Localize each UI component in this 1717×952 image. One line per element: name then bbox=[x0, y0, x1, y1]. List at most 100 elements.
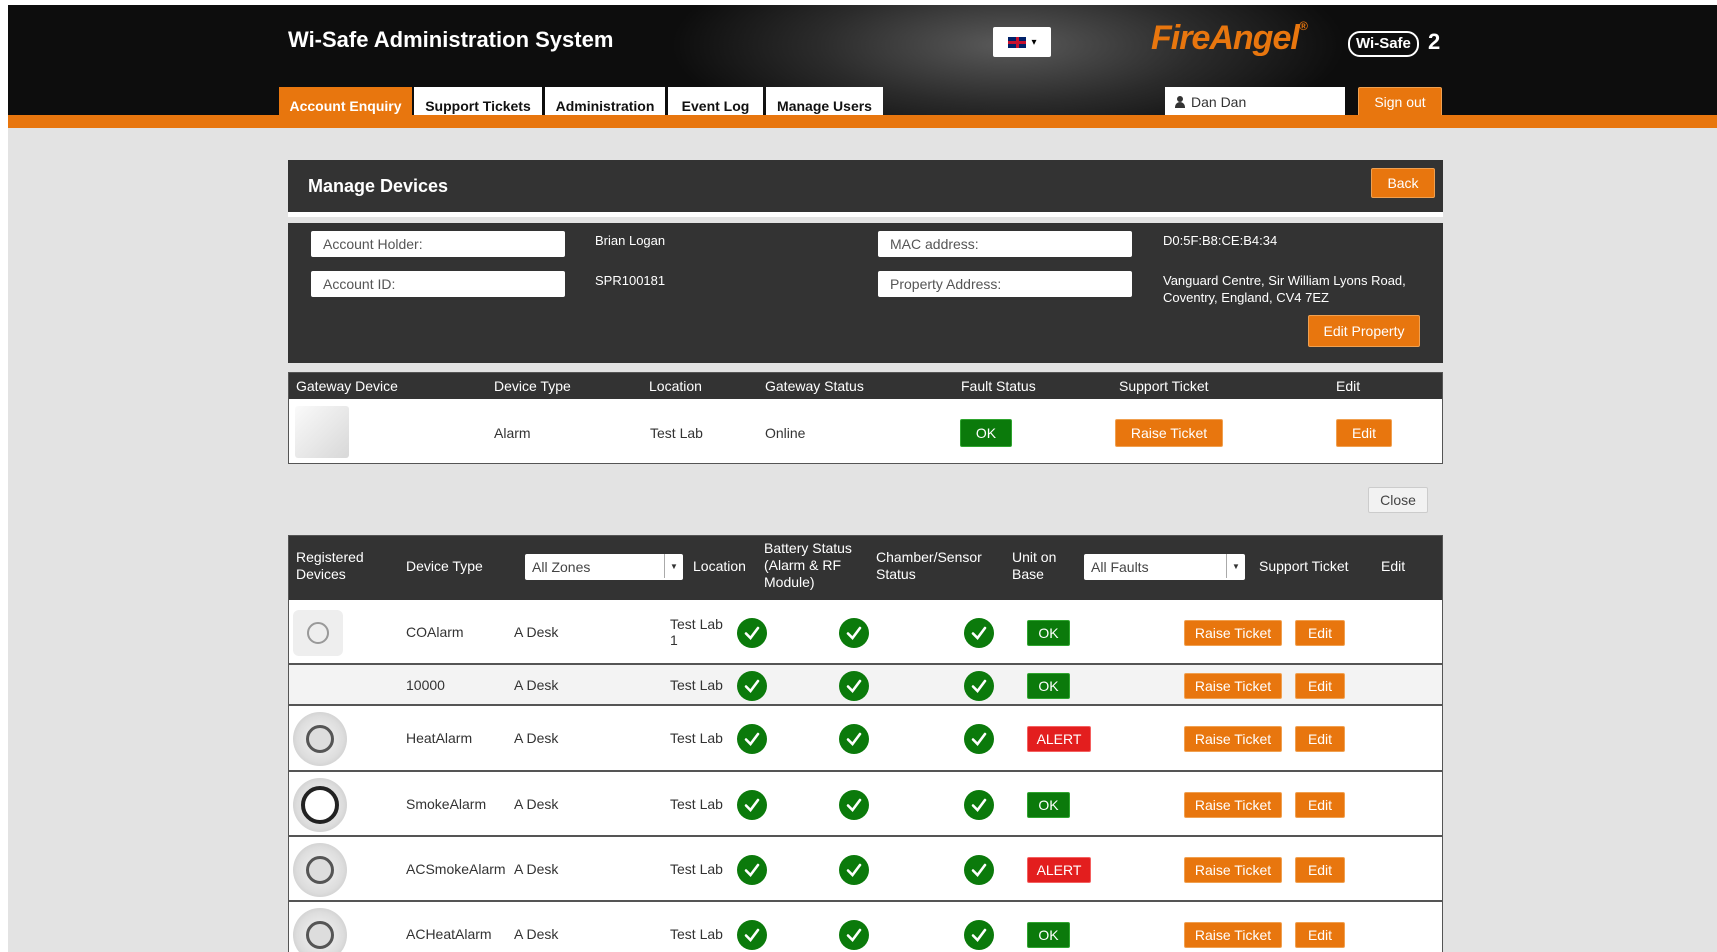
device-image-icon bbox=[306, 725, 334, 753]
battery-status-check bbox=[737, 920, 767, 950]
raise-ticket-button[interactable]: Raise Ticket bbox=[1184, 726, 1282, 752]
device-image-icon bbox=[306, 856, 334, 884]
col-edit: Edit bbox=[1381, 558, 1406, 574]
device-image-icon bbox=[301, 786, 339, 824]
table-row: ACSmokeAlarm A Desk Test Lab ALERT Raise Tic… bbox=[289, 837, 1442, 902]
gateway-edit-button[interactable]: Edit bbox=[1336, 419, 1392, 447]
fault-filter-select[interactable]: All Faults ▼ bbox=[1084, 554, 1245, 580]
account-holder-label: Account Holder: bbox=[311, 231, 565, 257]
checkmark-icon bbox=[846, 732, 862, 746]
battery-status-check bbox=[737, 855, 767, 885]
page-title: Manage Devices bbox=[308, 176, 449, 196]
checkmark-icon bbox=[846, 679, 862, 693]
device-thumbnail bbox=[293, 778, 347, 832]
device-type-cell: 10000 bbox=[406, 677, 445, 693]
location-cell: Test Lab bbox=[670, 730, 723, 746]
chamber-sensor-status-check bbox=[839, 855, 869, 885]
edit-button[interactable]: Edit bbox=[1295, 857, 1345, 883]
device-type-cell: COAlarm bbox=[406, 624, 464, 640]
col-battery-status: Battery Status (Alarm & RF Module) bbox=[764, 540, 852, 590]
wisafe-version: 2 bbox=[1428, 29, 1441, 54]
accent-bar bbox=[8, 115, 1717, 128]
zone-cell: A Desk bbox=[514, 624, 559, 640]
header: Wi-Safe Administration System ▾ FireAnge… bbox=[8, 5, 1717, 125]
raise-ticket-button[interactable]: Raise Ticket bbox=[1184, 620, 1282, 646]
fault-status-badge: OK bbox=[1027, 922, 1070, 948]
col-support-ticket: Support Ticket bbox=[1259, 558, 1349, 574]
col-device-type: Device Type bbox=[406, 558, 483, 574]
raise-ticket-button[interactable]: Raise Ticket bbox=[1184, 673, 1282, 699]
raise-ticket-button[interactable]: Raise Ticket bbox=[1184, 792, 1282, 818]
col-fault-status: Fault Status bbox=[961, 378, 1036, 394]
gateway-location: Test Lab bbox=[650, 425, 703, 441]
raise-ticket-button[interactable]: Raise Ticket bbox=[1184, 857, 1282, 883]
zone-cell: A Desk bbox=[514, 730, 559, 746]
checkmark-icon bbox=[744, 626, 760, 640]
unit-on-base-check bbox=[964, 790, 994, 820]
col-device-type: Device Type bbox=[494, 378, 571, 394]
device-thumbnail bbox=[293, 908, 347, 952]
close-button[interactable]: Close bbox=[1368, 487, 1428, 513]
back-button[interactable]: Back bbox=[1371, 168, 1435, 198]
device-type-cell: SmokeAlarm bbox=[406, 796, 487, 812]
gateway-raise-ticket-button[interactable]: Raise Ticket bbox=[1115, 419, 1223, 447]
unit-on-base-check bbox=[964, 618, 994, 648]
user-field[interactable]: Dan Dan bbox=[1165, 87, 1345, 117]
edit-button[interactable]: Edit bbox=[1295, 726, 1345, 752]
checkmark-icon bbox=[971, 626, 987, 640]
edit-button[interactable]: Edit bbox=[1295, 792, 1345, 818]
account-id-value: SPR100181 bbox=[595, 273, 666, 288]
col-registered-devices: Registered Devices bbox=[296, 549, 364, 582]
chevron-down-icon: ▾ bbox=[1031, 36, 1037, 48]
unit-on-base-check bbox=[964, 671, 994, 701]
fireangel-logo: FireAngel® bbox=[1151, 19, 1308, 57]
battery-status-check bbox=[737, 790, 767, 820]
checkmark-icon bbox=[971, 798, 987, 812]
fault-status-badge: ALERT bbox=[1027, 857, 1091, 883]
gateway-table: Gateway Device Device Type Location Gate… bbox=[288, 372, 1443, 464]
sign-out-button[interactable]: Sign out bbox=[1358, 87, 1442, 117]
location-cell: Test Lab bbox=[670, 677, 723, 693]
device-image-icon bbox=[307, 622, 329, 644]
location-cell: Test Lab bbox=[670, 861, 723, 877]
language-selector[interactable]: ▾ bbox=[993, 27, 1051, 57]
mac-address-label: MAC address: bbox=[878, 231, 1132, 257]
account-info-panel: Account Holder: Brian Logan Account ID: … bbox=[288, 223, 1443, 363]
unit-on-base-check bbox=[964, 920, 994, 950]
device-type-cell: ACHeatAlarm bbox=[406, 926, 492, 942]
edit-button[interactable]: Edit bbox=[1295, 620, 1345, 646]
table-row: SmokeAlarm A Desk Test Lab OK Raise Ticket Ed… bbox=[289, 772, 1442, 837]
device-image-icon bbox=[306, 921, 334, 949]
table-row: HeatAlarm A Desk Test Lab ALERT Raise Ticket… bbox=[289, 706, 1442, 772]
gateway-fault-status-badge: OK bbox=[960, 419, 1012, 447]
property-address-value: Vanguard Centre, Sir William Lyons Road,… bbox=[1163, 273, 1406, 305]
device-thumbnail bbox=[293, 610, 343, 656]
device-type-cell: ACSmokeAlarm bbox=[406, 861, 506, 877]
zone-filter-select[interactable]: All Zones ▼ bbox=[525, 554, 683, 580]
battery-status-check bbox=[737, 724, 767, 754]
col-gateway-device: Gateway Device bbox=[296, 378, 398, 394]
chamber-sensor-status-check bbox=[839, 790, 869, 820]
checkmark-icon bbox=[744, 732, 760, 746]
checkmark-icon bbox=[846, 928, 862, 942]
checkmark-icon bbox=[744, 928, 760, 942]
account-holder-value: Brian Logan bbox=[595, 233, 666, 248]
edit-button[interactable]: Edit bbox=[1295, 673, 1345, 699]
app-window: Wi-Safe Administration System ▾ FireAnge… bbox=[8, 5, 1717, 952]
chamber-sensor-status-check bbox=[839, 671, 869, 701]
raise-ticket-button[interactable]: Raise Ticket bbox=[1184, 922, 1282, 948]
gateway-table-header: Gateway Device Device Type Location Gate… bbox=[289, 373, 1442, 399]
battery-status-check bbox=[737, 671, 767, 701]
account-id-label: Account ID: bbox=[311, 271, 565, 297]
zone-cell: A Desk bbox=[514, 677, 559, 693]
edit-button[interactable]: Edit bbox=[1295, 922, 1345, 948]
device-thumbnail bbox=[293, 712, 347, 766]
fault-status-badge: OK bbox=[1027, 620, 1070, 646]
checkmark-icon bbox=[971, 863, 987, 877]
user-icon bbox=[1175, 96, 1185, 108]
manage-devices-bar: Manage Devices Back bbox=[288, 160, 1443, 217]
fault-status-badge: OK bbox=[1027, 673, 1070, 699]
registered-devices-table: Registered Devices Device Type All Zones … bbox=[288, 535, 1443, 952]
col-support-ticket: Support Ticket bbox=[1119, 378, 1209, 394]
edit-property-button[interactable]: Edit Property bbox=[1308, 315, 1420, 347]
